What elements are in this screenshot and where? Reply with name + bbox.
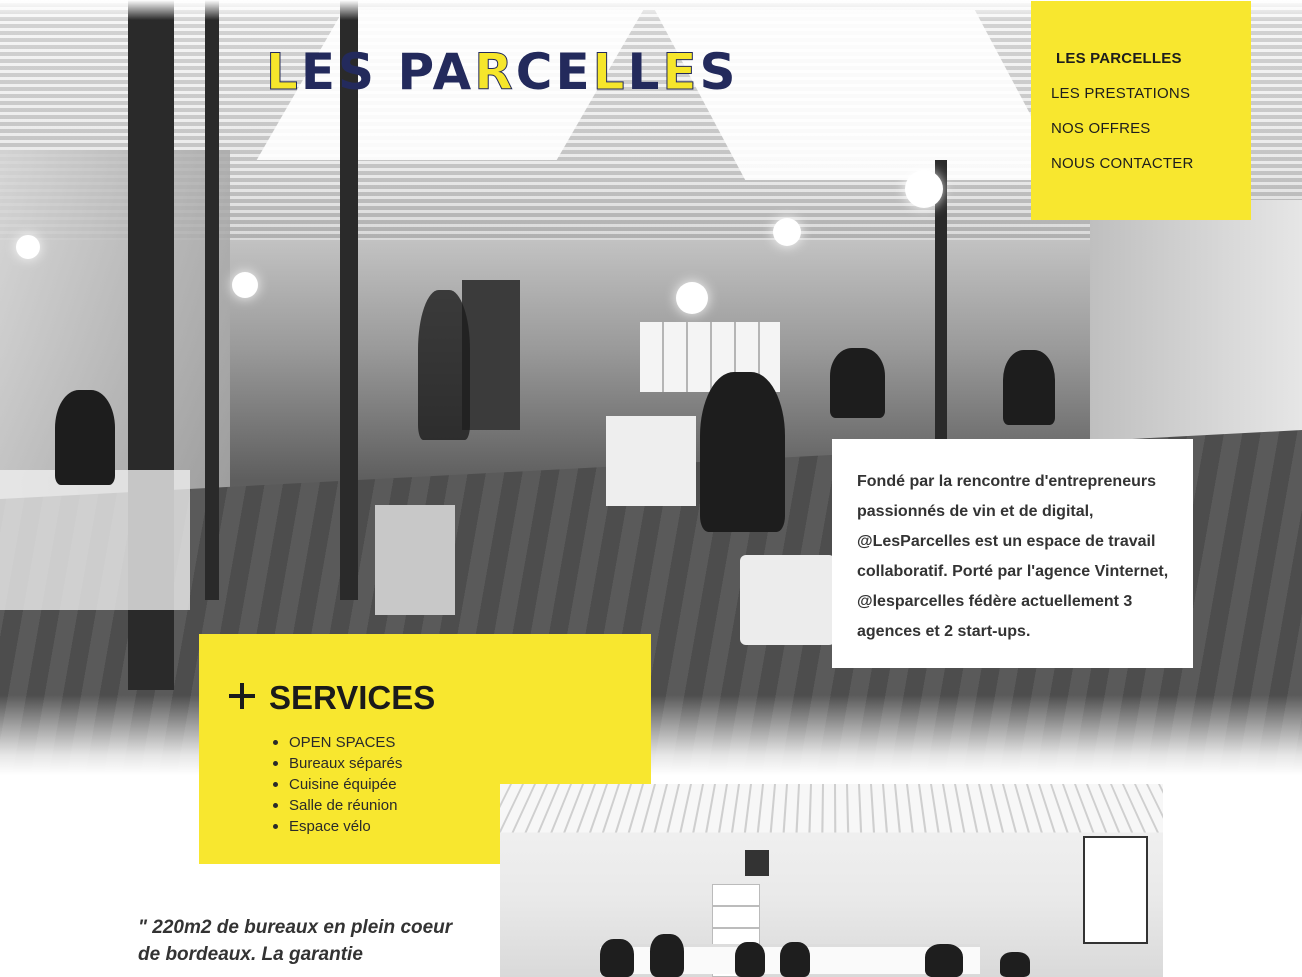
photo-fade-bottom xyxy=(0,695,1302,775)
coat-rack xyxy=(418,290,470,440)
pillar xyxy=(935,160,947,450)
logo-text: LES PARCELLES xyxy=(266,43,739,101)
nav-item-nous-contacter[interactable]: NOUS CONTACTER xyxy=(1051,155,1251,190)
services-title: SERVICES xyxy=(269,679,436,716)
person xyxy=(700,372,785,532)
plus-icon xyxy=(229,683,255,709)
cardboard-box xyxy=(375,505,455,615)
office-chair xyxy=(1003,350,1055,425)
chair xyxy=(925,944,963,977)
person xyxy=(55,390,115,485)
flipchart-board xyxy=(1083,836,1148,944)
chair xyxy=(650,934,684,977)
monitor xyxy=(745,850,769,876)
pendant-lamp xyxy=(676,282,708,314)
nav-item-les-prestations[interactable]: LES PRESTATIONS xyxy=(1051,85,1251,120)
pillar xyxy=(205,0,219,600)
pendant-lamp xyxy=(773,218,801,246)
chair xyxy=(735,942,765,977)
quote-text: " 220m2 de bureaux en plein coeur de bor… xyxy=(138,917,453,965)
chair xyxy=(780,942,810,977)
site-logo[interactable]: LES PARCELLES xyxy=(266,43,739,101)
chair xyxy=(1000,952,1030,977)
pendant-lamp xyxy=(232,272,258,298)
list-item: OPEN SPACES xyxy=(273,732,651,753)
about-text: Fondé par la rencontre d'entrepreneurs p… xyxy=(857,473,1169,640)
storage-bin xyxy=(740,555,835,645)
nav-item-les-parcelles[interactable]: LES PARCELLES xyxy=(1051,50,1251,85)
pendant-lamp xyxy=(16,235,40,259)
doorway xyxy=(462,280,520,430)
nav-item-nos-offres[interactable]: NOS OFFRES xyxy=(1051,120,1251,155)
desk xyxy=(0,470,190,610)
chair xyxy=(600,939,634,977)
services-heading: SERVICES xyxy=(229,678,651,718)
main-navigation: LES PARCELLES LES PRESTATIONS NOS OFFRES… xyxy=(1031,1,1251,220)
desk xyxy=(606,416,696,506)
about-card: Fondé par la rencontre d'entrepreneurs p… xyxy=(832,439,1193,668)
meeting-room-photo xyxy=(500,784,1163,977)
pendant-lamp xyxy=(905,170,943,208)
room-ceiling xyxy=(500,784,1163,833)
person xyxy=(830,348,885,418)
list-item: Bureaux séparés xyxy=(273,753,651,774)
